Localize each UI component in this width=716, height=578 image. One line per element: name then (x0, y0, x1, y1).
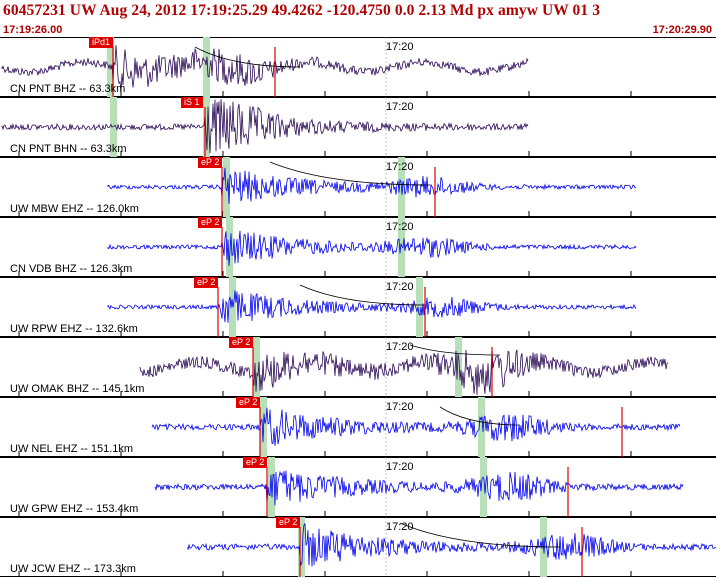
minute-label: 17:20 (386, 401, 414, 413)
arrival-window (223, 157, 230, 217)
waveform-trace (187, 522, 716, 567)
arrival-window (455, 337, 462, 397)
seismogram-panels[interactable]: iPd1 17:20 CN PNT BHZ -- 63.3km iS 1 17:20 CN… (0, 37, 716, 578)
channel-label: UW RPW EHZ -- 132.6km (10, 323, 138, 335)
channel-label: UW NEL EHZ -- 151.1km (10, 443, 134, 455)
channel-label: CN PNT BHN -- 63.3km (10, 143, 127, 155)
minute-label: 17:20 (386, 101, 414, 113)
phase-pick-tag[interactable]: eP 2 (229, 337, 254, 348)
event-title: 60457231 UW Aug 24, 2012 17:19:25.29 49.… (3, 2, 601, 19)
minute-label: 17:20 (386, 41, 414, 53)
channel-label: UW MBW EHZ -- 126.0km (10, 203, 139, 215)
phase-pick-tag[interactable]: iPd1 (89, 37, 114, 48)
channel-label: UW GPW EHZ -- 153.4km (10, 503, 139, 515)
minute-label: 17:20 (386, 341, 414, 353)
end-time: 17:20:29.90 (652, 24, 712, 36)
waveform-trace (154, 470, 684, 506)
minute-label: 17:20 (386, 521, 414, 533)
waveform-trace (151, 407, 681, 446)
waveform-trace (107, 230, 637, 266)
phase-pick-tag[interactable]: eP 2 (276, 517, 301, 528)
seismogram-panel[interactable]: eP 2 17:20 UW JCW EHZ -- 173.3km (0, 517, 716, 577)
seismogram-panel[interactable]: eP 2 17:20 UW MBW EHZ -- 126.0km (0, 157, 716, 217)
phase-pick-tag[interactable]: eP 2 (236, 397, 261, 408)
seismogram-panel[interactable]: eP 2 17:20 UW GPW EHZ -- 153.4km (0, 457, 716, 517)
seismogram-panel[interactable]: eP 2 17:20 UW NEL EHZ -- 151.1km (0, 397, 716, 457)
phase-pick-tag[interactable]: eP 2 (243, 457, 268, 468)
seismogram-panel[interactable]: iS 1 17:20 CN PNT BHN -- 63.3km (0, 97, 716, 157)
minute-label: 17:20 (386, 281, 414, 293)
event-header: 60457231 UW Aug 24, 2012 17:19:25.29 49.… (0, 0, 716, 37)
arrival-window (416, 277, 423, 337)
seismogram-panel[interactable]: iPd1 17:20 CN PNT BHZ -- 63.3km (0, 37, 716, 97)
arrival-window (203, 37, 210, 97)
waveform-trace (107, 167, 637, 204)
minute-label: 17:20 (386, 221, 414, 233)
seismogram-panel[interactable]: eP 2 17:20 UW OMAK BHZ -- 145.1km (0, 337, 716, 397)
phase-pick-tag[interactable]: eP 2 (198, 217, 223, 228)
channel-label: UW JCW EHZ -- 173.3km (10, 563, 136, 575)
channel-label: CN VDB BHZ -- 126.3km (10, 263, 133, 275)
channel-label: CN PNT BHZ -- 63.3km (10, 83, 126, 95)
seismogram-panel[interactable]: eP 2 17:20 CN VDB BHZ -- 126.3km (0, 217, 716, 277)
seismogram-panel[interactable]: eP 2 17:20 UW RPW EHZ -- 132.6km (0, 277, 716, 337)
phase-pick-tag[interactable]: iS 1 (181, 97, 203, 108)
channel-label: UW OMAK BHZ -- 145.1km (10, 383, 145, 395)
phase-pick-tag[interactable]: eP 2 (194, 277, 219, 288)
arrival-window (229, 277, 236, 337)
phase-pick-tag[interactable]: eP 2 (198, 157, 223, 168)
minute-label: 17:20 (386, 161, 414, 173)
waveform-trace (139, 347, 669, 395)
minute-label: 17:20 (386, 461, 414, 473)
waveform-trace (107, 290, 637, 323)
start-time: 17:19:26.00 (3, 24, 63, 36)
